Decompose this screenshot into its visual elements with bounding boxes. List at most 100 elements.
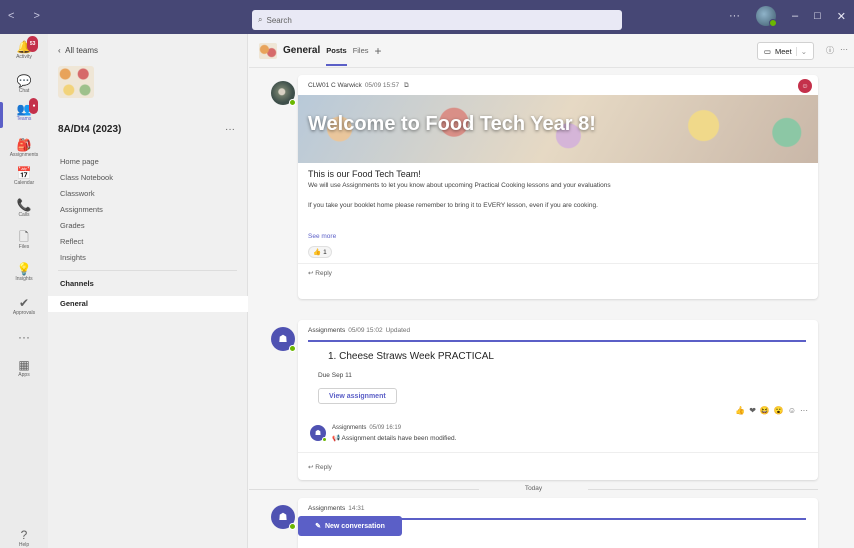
info-icon[interactable]: ⓘ [826, 45, 834, 56]
more-options-icon[interactable]: ··· [729, 10, 740, 22]
reply-time: 05/09 16:19 [369, 425, 402, 431]
team-menu: Home page Class Notebook Classwork Assig… [60, 154, 113, 266]
date-divider: Today [249, 485, 818, 492]
due-date: Due Sep 11 [318, 372, 352, 379]
post-line: We will use Assignments to let you know … [308, 182, 611, 189]
presence-icon [289, 523, 296, 530]
updated-label: Updated [385, 327, 411, 334]
like-reaction[interactable]: 👍 1 [308, 246, 332, 258]
laugh-icon[interactable]: 😆 [760, 406, 770, 415]
reaction-icon[interactable]: ☺ [798, 79, 812, 93]
assignments-avatar[interactable]: ☗ [271, 327, 296, 352]
chevron-down-icon[interactable]: ⌄ [795, 46, 807, 56]
assignment-title[interactable]: 1. Cheese Straws Week PRACTICAL [328, 351, 494, 362]
menu-grades[interactable]: Grades [60, 218, 113, 234]
bell-icon: 🔔 53 [17, 36, 39, 54]
rail-approvals[interactable]: ✔ Approvals [0, 296, 48, 316]
channel-view: General Posts Files + ▭ Meet ⌄ ⓘ ··· CLW… [249, 34, 854, 548]
tab-posts[interactable]: Posts [326, 46, 348, 66]
chat-icon: 💬 [16, 74, 32, 88]
new-conversation-button[interactable]: ✎ New conversation [298, 516, 402, 536]
menu-reflect[interactable]: Reflect [60, 234, 113, 250]
more-icon: ··· [18, 330, 30, 344]
surprised-icon[interactable]: 😮 [774, 406, 784, 415]
tab-files[interactable]: Files [353, 46, 369, 55]
menu-assignments[interactable]: Assignments [60, 202, 113, 218]
apps-icon: ▦ [18, 358, 30, 372]
view-assignment-button[interactable]: View assignment [318, 388, 397, 404]
post-time: 14:31 [348, 505, 365, 512]
heart-icon[interactable]: ❤ [749, 406, 756, 415]
insights-icon: 💡 [16, 262, 32, 276]
history-nav[interactable]: < > [8, 10, 48, 22]
add-tab-icon[interactable]: + [375, 44, 382, 58]
menu-classwork[interactable]: Classwork [60, 186, 113, 202]
team-name: 8A/Dt4 (2023) [58, 124, 122, 135]
thumbs-up-icon[interactable]: 👍 [735, 406, 745, 415]
thumbs-up-icon: 👍 [313, 249, 322, 256]
post-author: CLW01 C Warwick [308, 82, 362, 89]
file-icon: 🗋 [19, 230, 29, 244]
activity-badge: 53 [26, 36, 39, 52]
channel-header: General Posts Files + ▭ Meet ⌄ ⓘ ··· [249, 34, 854, 68]
maximize-button[interactable]: □ [814, 10, 821, 22]
close-button[interactable]: ✕ [837, 10, 846, 23]
all-teams-link[interactable]: ‹ All teams [58, 46, 98, 55]
assignments-icon: 🎒 [16, 138, 32, 152]
reply-button[interactable]: ↩ Reply [308, 463, 332, 471]
meet-button[interactable]: ▭ Meet ⌄ [756, 42, 814, 60]
rail-apps[interactable]: ▦ Apps [0, 358, 48, 378]
profile-avatar[interactable] [756, 6, 777, 27]
add-reaction-icon[interactable]: ☺ [788, 406, 796, 415]
channel-general[interactable]: General [48, 296, 248, 312]
rail-insights[interactable]: 💡 Insights [0, 262, 48, 282]
posts-feed: CLW01 C Warwick 05/09 15:57 ⧉ ☺ Welcome t… [249, 69, 854, 548]
assignments-avatar[interactable]: ☗ [271, 505, 296, 530]
minimize-button[interactable]: – [792, 10, 798, 22]
rail-teams[interactable]: 👥 ● Teams [0, 98, 48, 128]
search-icon: ⌕ [258, 15, 263, 24]
menu-class-notebook[interactable]: Class Notebook [60, 170, 113, 186]
menu-home-page[interactable]: Home page [60, 154, 113, 170]
search-input[interactable]: ⌕ Search [252, 10, 622, 30]
teams-icon: 👥 ● [17, 98, 39, 116]
video-icon: ▭ [763, 46, 772, 56]
post-heading: This is our Food Tech Team! [308, 169, 421, 179]
rail-activity[interactable]: 🔔 53 Activity [0, 36, 48, 60]
rail-help[interactable]: ? Help [0, 528, 48, 548]
reply-button[interactable]: ↩ Reply [308, 269, 332, 277]
author-avatar[interactable] [271, 81, 296, 106]
presence-icon [322, 437, 327, 442]
team-pane: ‹ All teams 8A/Dt4 (2023) ··· Home page … [48, 34, 248, 548]
post-card: Assignments 05/09 15:02 Updated 1. Cheese … [298, 320, 818, 480]
more-icon[interactable]: ··· [840, 45, 848, 56]
post-line: If you take your booklet home please rem… [308, 202, 598, 209]
menu-insights[interactable]: Insights [60, 250, 113, 266]
rail-chat[interactable]: 💬 Chat [0, 74, 48, 94]
reaction-bar: 👍 ❤ 😆 😮 ☺ ··· [735, 406, 808, 415]
post-author: Assignments [308, 327, 346, 334]
assignments-avatar[interactable]: ☗ [310, 425, 327, 442]
rail-calls[interactable]: 📞 Calls [0, 198, 48, 218]
channel-title: General [283, 45, 321, 56]
calendar-icon: 📅 [16, 166, 32, 180]
assignment-card-border [308, 340, 806, 342]
rail-calendar[interactable]: 📅 Calendar [0, 166, 48, 186]
banner-text: Welcome to Food Tech Year 8! [308, 113, 596, 135]
reply-text: Assignment details have been modified. [341, 435, 457, 442]
more-icon[interactable]: ··· [800, 406, 808, 415]
post-card: CLW01 C Warwick 05/09 15:57 ⧉ ☺ Welcome t… [298, 75, 818, 299]
teams-badge: ● [29, 98, 39, 114]
rail-more[interactable]: ··· [0, 330, 48, 344]
team-image [58, 66, 94, 98]
channel-team-icon [259, 42, 277, 59]
presence-icon [289, 345, 296, 352]
rail-assignments[interactable]: 🎒 Assignments [0, 138, 48, 158]
post-time: 05/09 15:57 [364, 82, 400, 89]
see-more-link[interactable]: See more [308, 233, 336, 240]
team-more-icon[interactable]: ··· [225, 124, 235, 135]
compose-icon: ✎ [315, 523, 321, 530]
rail-files[interactable]: 🗋 Files [0, 230, 48, 250]
reply-author: Assignments [332, 425, 367, 431]
phone-icon: 📞 [16, 198, 32, 212]
